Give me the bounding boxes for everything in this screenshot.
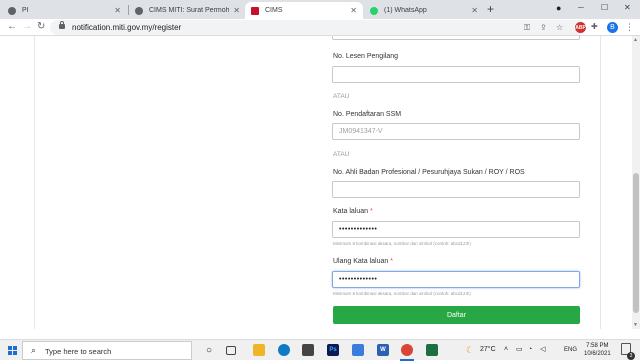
clock-time: 7:58 PM [586, 343, 609, 349]
minimize-button[interactable]: ─ [578, 1, 584, 15]
or-divider: ATAU [333, 151, 350, 158]
close-tab-icon[interactable]: ✕ [471, 6, 478, 15]
close-tab-icon[interactable]: ✕ [114, 6, 121, 15]
tab-title: CIMS MITI: Surat Permohonan Ke [149, 7, 230, 14]
address-bar[interactable]: notification.miti.gov.my/register ⚿ ⇪ ☆ [50, 20, 585, 35]
close-tab-icon[interactable]: ✕ [350, 6, 357, 15]
required-mark: * [390, 258, 393, 265]
app-icon[interactable] [352, 344, 364, 356]
page-content: 0000000000 No. Lesen Pengilang ATAU No. … [0, 36, 640, 329]
close-tab-icon[interactable]: ✕ [233, 6, 240, 15]
edge-icon[interactable] [278, 344, 290, 356]
or-divider: ATAU [333, 93, 350, 100]
clock-date: 10/6/2021 [584, 351, 611, 357]
maximize-button[interactable]: ☐ [601, 1, 608, 15]
profile-avatar[interactable]: B [607, 22, 618, 33]
confirm-password-hint: Minimum 8 kombinasi aksara, nombor dan s… [333, 291, 471, 296]
confirm-password-input[interactable]: ••••••••••••• [332, 271, 580, 288]
network-icon[interactable]: ▭ [516, 345, 523, 355]
adblock-extension-icon[interactable]: ABP [575, 22, 586, 33]
tab-title: PI [22, 7, 29, 14]
url-text: notification.miti.gov.my/register [72, 23, 182, 32]
ahli-label: No. Ahli Badan Profesional / Pesuruhjaya… [333, 169, 525, 176]
search-icon: ⌕ [31, 345, 37, 355]
share-icon[interactable]: ⇪ [540, 23, 547, 32]
chrome-icon[interactable] [401, 344, 413, 356]
scrollbar-thumb[interactable] [633, 173, 639, 313]
reload-icon[interactable]: ↻ [37, 21, 45, 33]
tray-chevron-icon[interactable]: ˄ [504, 345, 508, 355]
new-tab-button[interactable]: + [487, 2, 494, 16]
forward-arrow-icon[interactable]: → [22, 21, 32, 33]
scroll-down-icon[interactable]: ▼ [633, 322, 638, 328]
close-window-button[interactable]: ✕ [624, 1, 631, 15]
page-scrollbar[interactable]: ▲ ▼ [632, 36, 640, 329]
temperature-text[interactable]: 27°C [480, 345, 496, 355]
menu-icon[interactable]: ⋮ [625, 21, 634, 33]
daftar-button[interactable]: Daftar [333, 306, 580, 324]
extensions-puzzle-icon[interactable]: ✚ [591, 22, 598, 31]
word-icon[interactable]: W [377, 344, 389, 356]
globe-icon [135, 6, 143, 15]
tab-title: CIMS [265, 7, 283, 14]
ssm-label: No. Pendaftaran SSM [333, 111, 402, 118]
tab-pi[interactable]: PI ✕ [2, 2, 127, 19]
tab-title: (1) WhatsApp [384, 7, 427, 14]
windows-start-icon[interactable] [8, 346, 17, 355]
lock-icon [59, 21, 65, 29]
cortana-icon[interactable]: ○ [203, 344, 215, 356]
volume-icon[interactable]: ◁ [540, 345, 545, 355]
required-mark: * [369, 208, 373, 215]
tab-cims-miti[interactable]: CIMS MITI: Surat Permohonan Ke ✕ [129, 2, 246, 19]
tab-cims[interactable]: CIMS ✕ [245, 2, 363, 19]
clock[interactable]: 7:58 PM 10/6/2021 [584, 342, 611, 358]
notification-badge: 3 [627, 352, 635, 360]
lesen-input[interactable] [332, 66, 580, 83]
ahli-input[interactable] [332, 181, 580, 198]
whatsapp-icon [370, 6, 378, 15]
photoshop-icon[interactable]: Ps [327, 344, 339, 356]
tab-whatsapp[interactable]: (1) WhatsApp ✕ [364, 2, 484, 19]
tab-search-icon[interactable]: ● [556, 1, 561, 15]
confirm-label-text: Ulang Kata laluan [333, 258, 389, 265]
task-view-icon[interactable] [226, 346, 236, 355]
password-label: Kata laluan * [333, 208, 373, 215]
back-arrow-icon[interactable]: ← [7, 21, 17, 33]
language-indicator[interactable]: ENG [564, 345, 577, 355]
file-explorer-icon[interactable] [253, 344, 265, 356]
taskbar-search-placeholder: Type here to search [45, 347, 112, 356]
store-icon[interactable] [302, 344, 314, 356]
password-label-text: Kata laluan [333, 208, 369, 215]
miti-logo-icon [251, 6, 259, 15]
ssm-input[interactable]: JM0941347-V [332, 123, 580, 140]
wifi-icon[interactable]: ◔ [528, 345, 532, 355]
taskbar-search-box[interactable]: ⌕ Type here to search [22, 341, 192, 360]
card-border-right [600, 36, 601, 329]
weather-icon[interactable]: ☾ [466, 345, 474, 355]
key-icon[interactable]: ⚿ [524, 23, 530, 32]
browser-toolbar: ← → ↻ notification.miti.gov.my/register … [0, 19, 640, 36]
partial-top-input[interactable]: 0000000000 [332, 36, 580, 40]
password-input[interactable]: ••••••••••••• [332, 221, 580, 238]
tab-strip: PI ✕ CIMS MITI: Surat Permohonan Ke ✕ CI… [0, 0, 640, 19]
globe-icon [8, 6, 16, 15]
excel-icon[interactable] [426, 344, 438, 356]
password-hint: Minimum 8 kombinasi aksara, nombor dan s… [333, 241, 471, 246]
confirm-password-label: Ulang Kata laluan * [333, 258, 393, 265]
windows-taskbar: ⌕ Type here to search ○ Ps W ☾ 27°C ˄ ▭ … [0, 339, 640, 361]
card-border-left [34, 36, 35, 329]
lesen-label: No. Lesen Pengilang [333, 53, 398, 60]
scroll-up-icon[interactable]: ▲ [633, 37, 638, 43]
star-icon[interactable]: ☆ [556, 23, 563, 32]
